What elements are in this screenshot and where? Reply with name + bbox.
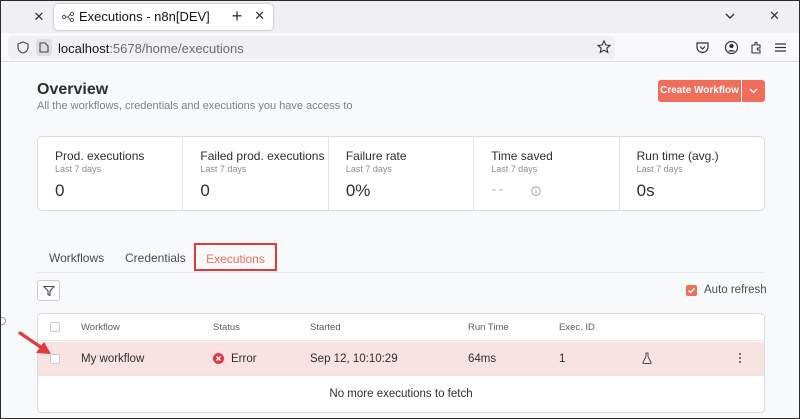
stat-value: 0s: [636, 181, 655, 200]
url-text[interactable]: localhost:5678/home/executions: [58, 41, 244, 56]
execution-run-time: 64ms: [468, 353, 497, 365]
stat-value: 0: [200, 181, 210, 200]
stat-period: Last 7 days: [345, 164, 392, 174]
stat-label: Failure rate: [345, 149, 407, 163]
page-content: Overview All the workflows, credentials …: [0, 63, 800, 419]
navigation-bar: localhost:5678/home/executions: [0, 33, 800, 62]
stat-prod-executions[interactable]: Prod. executions Last 7 days 0: [38, 137, 184, 210]
error-icon: [213, 353, 224, 364]
stat-label: Failed prod. executions: [200, 149, 325, 163]
execution-status: Error: [231, 353, 257, 365]
stat-value: 0: [55, 181, 65, 200]
tab-executions[interactable]: Executions: [194, 243, 277, 271]
star-icon[interactable]: [596, 39, 612, 55]
filter-button[interactable]: [37, 280, 60, 301]
flask-icon[interactable]: [642, 352, 652, 364]
page-icon[interactable]: [36, 39, 52, 56]
table-row[interactable]: My workflow Error Sep 12, 10:10:29 64ms …: [38, 342, 764, 376]
stat-label: Time saved: [491, 149, 553, 163]
stat-period: Last 7 days: [55, 164, 102, 174]
url-host: localhost: [58, 41, 110, 56]
tabs-divider: [37, 272, 765, 273]
dots-icon[interactable]: [738, 352, 742, 364]
window-close-icon[interactable]: ✕: [769, 8, 780, 24]
browser-tab-strip: ✕ Executions - n8n[DEV] ✕ + ✕: [0, 0, 800, 33]
column-header-workflow: Workflow: [81, 322, 120, 333]
page-title: Overview: [37, 81, 109, 98]
stat-value: --: [491, 181, 506, 198]
stat-period: Last 7 days: [200, 164, 247, 174]
chevron-down-icon[interactable]: [722, 8, 738, 24]
insights-summary: Prod. executions Last 7 days 0 Failed pr…: [37, 136, 765, 211]
tab-executions-label: Executions: [206, 252, 265, 266]
stat-failure-rate[interactable]: Failure rate Last 7 days 0%: [329, 137, 475, 210]
column-header-started: Started: [310, 322, 341, 333]
execution-id: 1: [559, 353, 566, 365]
chevron-down-icon: [749, 88, 758, 94]
column-header-exec-id: Exec. ID: [559, 322, 595, 333]
create-workflow-dropdown[interactable]: [742, 80, 765, 102]
menu-icon[interactable]: [774, 41, 787, 54]
stat-period: Last 7 days: [636, 164, 683, 174]
url-bar[interactable]: localhost:5678/home/executions: [8, 36, 615, 59]
table-header: Workflow Status Started Run Time Exec. I…: [38, 314, 764, 341]
page-subtitle: All the workflows, credentials and execu…: [37, 100, 353, 112]
executions-table: Workflow Status Started Run Time Exec. I…: [37, 313, 765, 413]
plus-icon[interactable]: +: [227, 6, 247, 27]
stat-value: 0%: [345, 181, 371, 200]
stat-failed-prod-executions[interactable]: Failed prod. executions Last 7 days 0: [183, 137, 329, 210]
auto-refresh-checkbox[interactable]: [686, 285, 697, 296]
execution-started: Sep 12, 10:10:29: [310, 353, 398, 365]
browser-tab-title: Executions - n8n[DEV]: [79, 9, 210, 24]
tab-close-icon[interactable]: ✕: [254, 8, 265, 24]
url-path: :5678/home/executions: [109, 41, 244, 56]
tab-workflows[interactable]: Workflows: [49, 251, 104, 265]
close-icon[interactable]: ✕: [31, 9, 47, 25]
pocket-icon[interactable]: [695, 40, 710, 55]
stat-run-time[interactable]: Run time (avg.) Last 7 days 0s: [620, 137, 764, 210]
column-header-run-time: Run Time: [468, 322, 509, 333]
stat-time-saved[interactable]: Time saved Last 7 days --: [474, 137, 620, 210]
column-header-status: Status: [213, 322, 240, 333]
extensions-icon[interactable]: [749, 40, 764, 55]
account-icon[interactable]: [724, 40, 739, 55]
tab-credentials[interactable]: Credentials: [125, 251, 186, 265]
check-icon: [687, 287, 696, 294]
shield-icon[interactable]: [17, 41, 29, 54]
auto-refresh-label: Auto refresh: [704, 284, 767, 296]
n8n-tab-icon: [62, 11, 74, 23]
no-more-executions: No more executions to fetch: [329, 388, 473, 400]
create-workflow-button[interactable]: Create Workflow: [658, 80, 741, 102]
filter-icon: [43, 285, 55, 297]
stat-label: Prod. executions: [55, 149, 145, 163]
stat-label: Run time (avg.): [636, 149, 719, 163]
stat-period: Last 7 days: [491, 164, 538, 174]
arrow-icon: [18, 331, 51, 354]
workflow-name[interactable]: My workflow: [81, 353, 144, 365]
info-icon[interactable]: [531, 186, 541, 196]
